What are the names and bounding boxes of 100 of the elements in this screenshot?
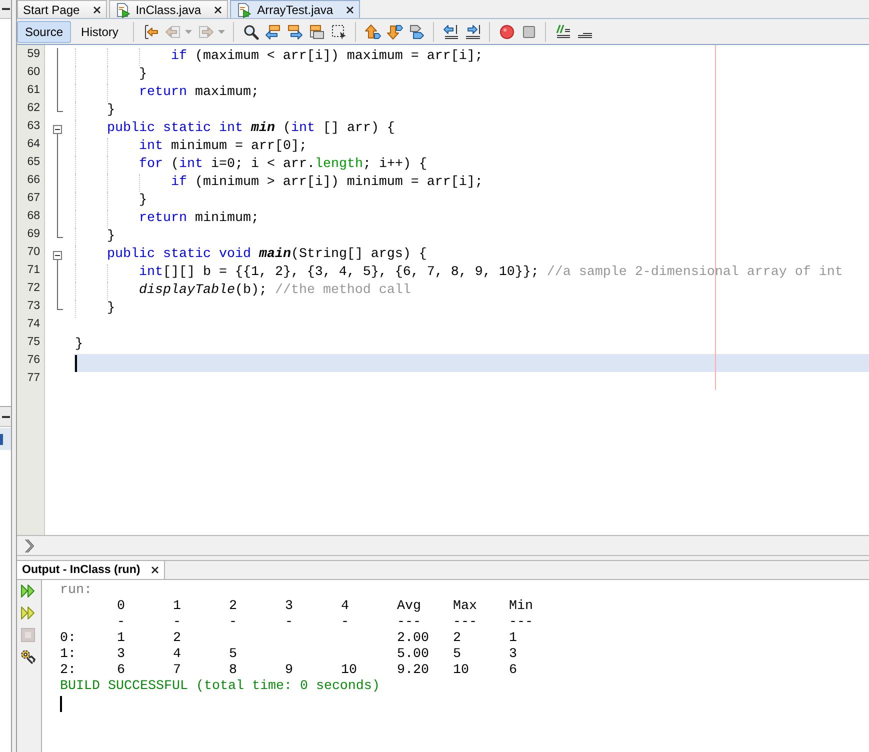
code-line: return minimum; xyxy=(138,210,259,228)
output-value: 5 xyxy=(229,647,237,663)
line-number: 66 xyxy=(26,174,41,188)
output-value: 2 xyxy=(173,631,181,647)
search-icon[interactable] xyxy=(243,24,260,40)
line-number: 75 xyxy=(26,336,41,350)
output-value: 1 xyxy=(509,631,517,647)
line-number: 64 xyxy=(26,138,41,152)
column-heading: 0 xyxy=(117,599,125,615)
code-line: if (minimum > arr[i]) minimum = arr[i]; xyxy=(170,174,483,192)
line-number: 65 xyxy=(26,156,41,170)
heading-underline: --- xyxy=(509,615,533,631)
line-number: 73 xyxy=(26,300,41,314)
output-value: 10 xyxy=(453,663,469,679)
code-line: } xyxy=(138,192,147,210)
line-number: 68 xyxy=(26,210,41,224)
indent-icon[interactable] xyxy=(465,24,482,40)
line-number: 69 xyxy=(26,228,41,242)
line-number: 76 xyxy=(26,354,41,368)
heading-underline: - xyxy=(341,615,349,631)
column-heading: 2 xyxy=(229,599,237,615)
tree-row[interactable] xyxy=(0,428,11,450)
output-value: 2 xyxy=(453,631,461,647)
outdent-icon[interactable] xyxy=(443,24,460,40)
column-heading: 4 xyxy=(341,599,349,615)
output-value: 8 xyxy=(229,663,237,679)
output-tab[interactable]: Output - InClass (run) xyxy=(17,561,166,579)
line-number: 72 xyxy=(26,282,41,296)
output-value: 3 xyxy=(117,647,125,663)
line-number: 60 xyxy=(26,66,41,80)
text-cursor xyxy=(75,355,77,372)
output-value: 6 xyxy=(509,663,517,679)
heading-underline: - xyxy=(285,615,293,631)
line-number: 61 xyxy=(26,84,41,98)
chevron-icon[interactable] xyxy=(24,538,34,554)
double-play-icon[interactable] xyxy=(20,605,36,621)
close-icon[interactable] xyxy=(92,6,101,14)
code-line: } xyxy=(75,336,83,354)
code-line: for (int i=0; i < arr.length; i++) { xyxy=(138,156,427,174)
line-number: 62 xyxy=(26,102,41,116)
node-icon xyxy=(0,434,3,444)
heading-underline: - xyxy=(173,615,181,631)
code-line: displayTable(b); //the method call xyxy=(138,282,411,300)
column-heading: 3 xyxy=(285,599,293,615)
output-value: 3 xyxy=(509,647,517,663)
collapse-icon[interactable] xyxy=(53,125,62,134)
code-line: } xyxy=(138,66,147,84)
output-value: 5 xyxy=(453,647,461,663)
view-toggle-button[interactable]: Source xyxy=(17,20,72,42)
page-play-icon xyxy=(114,2,131,18)
output-value: 6 xyxy=(117,663,125,679)
editor-tab[interactable]: InClass.java xyxy=(108,0,228,18)
heading-underline: - xyxy=(117,615,125,631)
close-icon[interactable] xyxy=(151,566,160,574)
heading-underline: --- xyxy=(397,615,421,631)
code-line: } xyxy=(106,102,115,120)
line-number: 71 xyxy=(26,264,41,278)
dotted-selection-icon[interactable] xyxy=(331,24,348,40)
page-arrow-icon[interactable] xyxy=(143,24,160,40)
close-icon[interactable] xyxy=(346,6,354,14)
bar-left-arrow-icon[interactable] xyxy=(265,24,282,40)
code-line: return maximum; xyxy=(138,84,259,102)
record-icon[interactable] xyxy=(499,24,516,40)
line-number: 63 xyxy=(26,120,41,134)
heading-underline: --- xyxy=(453,615,477,631)
editor-tab[interactable]: Start Page xyxy=(17,0,107,18)
settings-icon[interactable] xyxy=(20,649,36,665)
output-value: 10 xyxy=(341,663,357,679)
double-play-icon[interactable] xyxy=(20,583,36,599)
code-line: if (maximum < arr[i]) maximum = arr[i]; xyxy=(170,48,483,66)
output-value: 5.00 xyxy=(397,647,429,663)
output-value: 9 xyxy=(285,663,293,679)
close-icon[interactable] xyxy=(214,6,222,14)
row-label: 1: xyxy=(60,647,76,663)
output-value: 2.00 xyxy=(397,631,429,647)
stacked-boxes-icon[interactable] xyxy=(309,24,326,40)
console-line: run: xyxy=(60,583,92,599)
tag-icon[interactable] xyxy=(409,24,426,40)
column-heading: Avg xyxy=(397,599,421,615)
line-number: 77 xyxy=(26,372,41,386)
slashes-lines-icon[interactable] xyxy=(555,24,572,40)
column-heading: Min xyxy=(509,599,533,615)
build-result: BUILD SUCCESSFUL (total time: 0 seconds) xyxy=(60,679,380,695)
column-heading: 1 xyxy=(173,599,181,615)
output-value: 4 xyxy=(173,647,181,663)
row-label: 0: xyxy=(60,631,76,647)
code-line: public static int min (int [] arr) { xyxy=(106,120,395,138)
bar-right-arrow-icon[interactable] xyxy=(287,24,304,40)
page-play-icon xyxy=(236,2,252,18)
output-value: 7 xyxy=(173,663,181,679)
view-toggle-button[interactable]: History xyxy=(73,20,126,42)
code-line: public static void main(String[] args) { xyxy=(106,246,427,264)
collapse-icon[interactable] xyxy=(53,251,62,260)
line-number: 70 xyxy=(26,246,41,260)
editor-tab[interactable]: ArrayTest.java xyxy=(230,0,360,18)
stop-icon[interactable] xyxy=(521,24,538,40)
down-arrow-icon[interactable] xyxy=(387,24,404,40)
up-arrow-icon[interactable] xyxy=(365,24,382,40)
minimize-icon[interactable] xyxy=(2,416,10,418)
line-number: 74 xyxy=(26,318,41,332)
